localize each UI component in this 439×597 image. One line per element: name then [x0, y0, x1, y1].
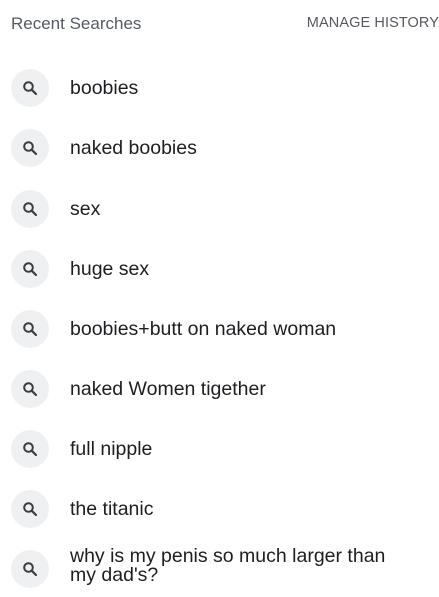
- manage-history-button[interactable]: MANAGE HISTORY: [307, 15, 439, 31]
- search-history-item[interactable]: huge sex: [0, 241, 439, 297]
- search-icon: [11, 69, 49, 107]
- search-icon: [11, 370, 49, 408]
- search-query-label: boobies+butt on naked woman: [70, 318, 337, 340]
- search-icon: [11, 190, 49, 228]
- search-icon: [11, 310, 49, 348]
- search-history-item[interactable]: boobies+butt on naked woman: [0, 301, 439, 357]
- search-query-label: boobies: [70, 77, 139, 99]
- search-icon: [11, 550, 49, 588]
- search-query-label: why is my penis so much larger than my d…: [70, 545, 386, 586]
- search-history-item[interactable]: full nipple: [0, 421, 439, 477]
- search-icon: [11, 430, 49, 468]
- recent-searches-header: Recent Searches MANAGE HISTORY: [0, 0, 439, 46]
- search-history-item[interactable]: naked Women tigether: [0, 361, 439, 417]
- search-icon: [11, 250, 49, 288]
- search-query-label: naked boobies: [70, 137, 197, 159]
- search-query-label: huge sex: [70, 258, 150, 280]
- recent-searches-title: Recent Searches: [11, 14, 142, 33]
- search-history-item[interactable]: the titanic: [0, 481, 439, 537]
- search-icon: [11, 490, 49, 528]
- search-query-label: the titanic: [70, 498, 154, 520]
- search-icon: [11, 129, 49, 167]
- search-history-item[interactable]: why is my penis so much larger than my d…: [0, 541, 439, 597]
- search-history-item[interactable]: sex: [0, 181, 439, 237]
- search-query-label: naked Women tigether: [70, 378, 266, 400]
- search-query-label: full nipple: [70, 438, 153, 460]
- search-query-label: sex: [70, 198, 101, 220]
- search-history-item[interactable]: boobies: [0, 60, 439, 116]
- search-history-item[interactable]: naked boobies: [0, 120, 439, 176]
